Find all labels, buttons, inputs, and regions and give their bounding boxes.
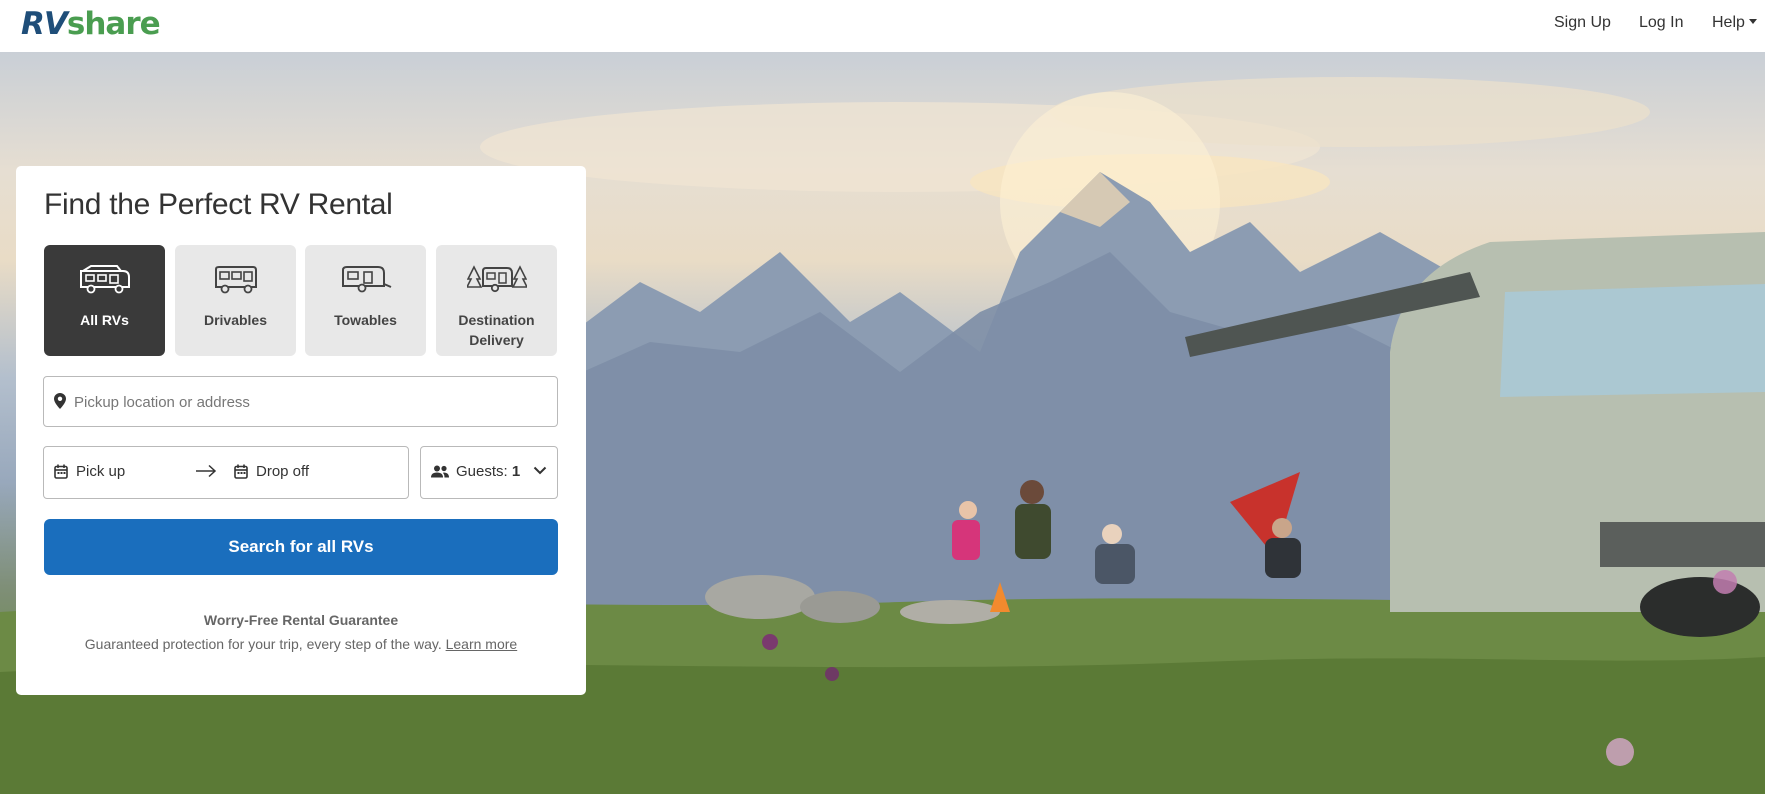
help-menu[interactable]: Help [1712, 14, 1757, 32]
trailer-trees-icon [466, 265, 527, 293]
card-title: Find the Perfect RV Rental [44, 188, 393, 221]
sign-up-link[interactable]: Sign Up [1554, 14, 1611, 32]
motorhome-icon [79, 265, 130, 294]
rvshare-logo[interactable]: RVshare [21, 3, 161, 45]
guests-selector[interactable]: Guests: 1 [420, 446, 558, 499]
dropoff-label: Drop off [256, 463, 310, 480]
help-label: Help [1712, 14, 1745, 31]
guests-count: 1 [511, 463, 521, 480]
drivable-rv-icon [214, 266, 257, 294]
tile-destination-delivery[interactable]: Destination Delivery [436, 245, 557, 356]
tile-towables[interactable]: Towables [305, 245, 426, 356]
search-card: Find the Perfect RV Rental All RVs Driva… [16, 166, 586, 695]
guarantee-title: Worry-Free Rental Guarantee [203, 612, 399, 628]
guests-text: Guests: 1 [456, 463, 520, 480]
tile-label: Towables [334, 312, 397, 328]
guarantee-text: Guaranteed protection for your trip, eve… [16, 636, 586, 652]
trailer-icon [341, 266, 391, 293]
tile-drivables[interactable]: Drivables [175, 245, 296, 356]
calendar-icon [234, 464, 248, 479]
tile-label: All RVs [80, 312, 129, 328]
logo-rv-text: RV [21, 6, 68, 42]
caret-down-icon [1748, 19, 1757, 24]
tile-all-rvs[interactable]: All RVs [44, 245, 165, 356]
tile-label: Drivables [203, 312, 268, 328]
pickup-date-picker[interactable]: Pick up [44, 447, 204, 498]
location-input[interactable] [74, 389, 544, 415]
location-field[interactable] [43, 376, 558, 427]
pickup-label: Pick up [76, 463, 126, 480]
chevron-down-icon [533, 466, 547, 475]
log-in-link[interactable]: Log In [1639, 14, 1683, 32]
tile-label: Destination Delivery [458, 312, 535, 348]
guests-label: Guests: [456, 463, 508, 480]
guests-icon [431, 465, 449, 478]
top-navigation-bar: RVshare Sign Up Log In Help [0, 0, 1765, 52]
learn-more-link[interactable]: Learn more [446, 636, 518, 652]
date-range-field: Pick up Drop off [43, 446, 409, 499]
calendar-icon [54, 464, 68, 479]
dropoff-date-picker[interactable]: Drop off [224, 447, 404, 498]
guarantee-description: Guaranteed protection for your trip, eve… [84, 636, 442, 652]
search-button[interactable]: Search for all RVs [44, 519, 558, 575]
arrow-right-icon [196, 464, 217, 478]
map-pin-icon [54, 393, 66, 409]
logo-share-text: share [66, 6, 161, 42]
